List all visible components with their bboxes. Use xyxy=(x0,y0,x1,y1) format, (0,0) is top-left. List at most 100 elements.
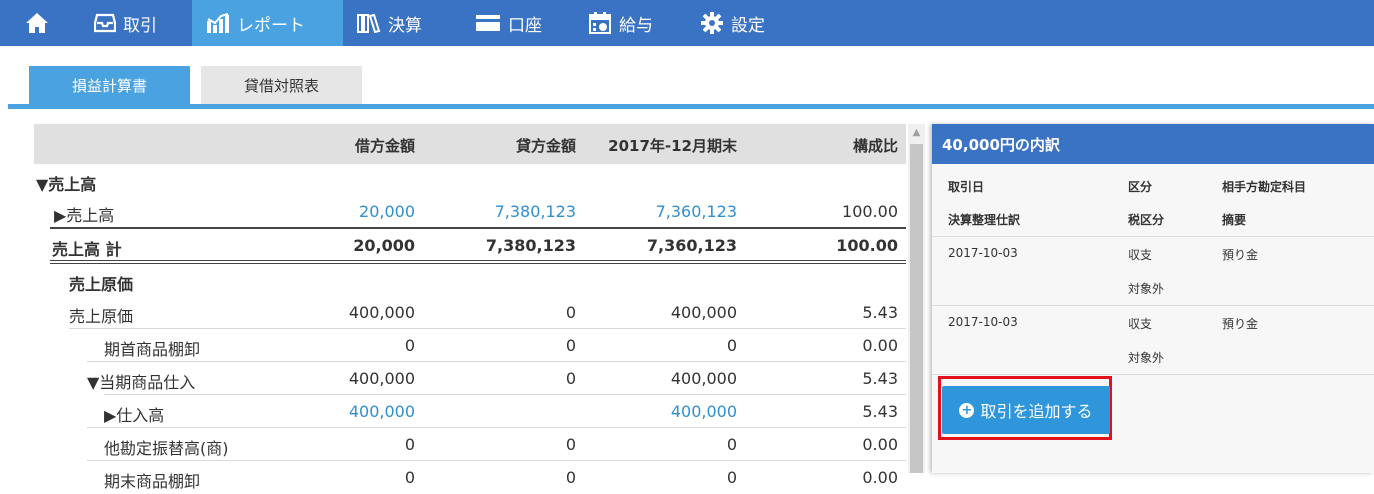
header-date: 取引日 xyxy=(948,180,985,194)
card-icon xyxy=(476,15,500,31)
entry-account: 預り金 xyxy=(1222,317,1259,331)
period-value: 7,360,123 xyxy=(646,236,737,255)
ratio-value: 0.00 xyxy=(862,435,898,454)
debit-value: 20,000 xyxy=(353,236,415,255)
add-transaction-button[interactable]: + 取引を追加する xyxy=(942,386,1110,434)
debit-value: 400,000 xyxy=(348,369,415,388)
scrollbar-thumb[interactable] xyxy=(910,144,923,473)
ratio-value: 100.00 xyxy=(842,202,898,221)
nav-home[interactable] xyxy=(0,0,80,46)
table-row[interactable]: ▼売上高 xyxy=(34,164,906,195)
header-credit: 貸方金額 xyxy=(515,137,576,155)
nav-payroll[interactable]: 給与 xyxy=(574,0,686,46)
report-tabs: 損益計算書 貸借対照表 xyxy=(29,66,362,104)
plus-circle-icon: + xyxy=(959,402,975,418)
credit-value: 0 xyxy=(565,303,576,322)
debit-value: 0 xyxy=(404,468,415,487)
table-row[interactable]: ▶売上高 20,000 7,380,123 7,360,123 100.00 xyxy=(34,195,906,229)
entry-account: 預り金 xyxy=(1222,248,1259,262)
row-label: 期首商品棚卸 xyxy=(104,340,201,359)
header-ratio: 構成比 xyxy=(852,137,898,155)
entry-tax: 対象外 xyxy=(1128,282,1165,296)
home-icon xyxy=(25,13,48,33)
credit-value[interactable]: 7,380,123 xyxy=(495,202,576,221)
row-label[interactable]: ▶売上高 xyxy=(54,202,114,226)
nav-label-accounts: 口座 xyxy=(508,15,542,36)
nav-label-transactions: 取引 xyxy=(123,15,157,36)
table-row: 期末商品棚卸 0 0 0 0.00 xyxy=(34,461,906,494)
period-value: 0 xyxy=(726,336,737,355)
ratio-value: 0.00 xyxy=(862,468,898,487)
period-value: 400,000 xyxy=(670,369,737,388)
period-value[interactable]: 400,000 xyxy=(671,402,737,421)
header-memo: 摘要 xyxy=(1222,213,1247,227)
bar-chart-icon xyxy=(207,13,229,33)
entry-kind: 収支 xyxy=(1128,317,1153,331)
ratio-value: 0.00 xyxy=(862,336,898,355)
add-transaction-label: 取引を追加する xyxy=(980,402,1093,421)
entry-kind: 収支 xyxy=(1128,248,1153,262)
panel-title: 40,000円の内訳 xyxy=(932,124,1374,164)
breakdown-panel: 40,000円の内訳 取引日 区分 相手方勘定科目 決算整理仕訳 税区分 摘要 … xyxy=(932,124,1374,473)
table-scrollbar[interactable]: ▲ xyxy=(908,124,925,473)
table-row: 売上原価 xyxy=(34,264,906,296)
debit-value[interactable]: 400,000 xyxy=(349,402,415,421)
table-row: 売上原価 400,000 0 400,000 5.43 xyxy=(34,296,906,329)
credit-value: 0 xyxy=(565,435,576,454)
nav-closing[interactable]: 決算 xyxy=(343,0,461,46)
row-label: 期末商品棚卸 xyxy=(104,472,201,491)
row-label: 売上高 計 xyxy=(52,240,122,259)
credit-value: 0 xyxy=(565,369,576,388)
header-kind: 区分 xyxy=(1128,180,1153,194)
table-row[interactable]: ▶仕入高 400,000 400,000 5.43 xyxy=(34,395,906,428)
header-counter-account: 相手方勘定科目 xyxy=(1222,180,1307,194)
scroll-up-arrow-icon[interactable]: ▲ xyxy=(908,124,925,141)
period-value: 400,000 xyxy=(670,303,737,322)
nav-label-payroll: 給与 xyxy=(619,15,653,36)
debit-value: 0 xyxy=(404,336,415,355)
calendar-icon xyxy=(589,12,611,34)
top-nav: 取引 レポート 決算 口座 給与 設定 xyxy=(0,0,1374,46)
table-row: 他勘定振替高(商) 0 0 0 0.00 xyxy=(34,428,906,461)
header-debit: 借方金額 xyxy=(354,137,415,155)
header-period: 2017年-12月期末 xyxy=(608,137,737,155)
header-tax: 税区分 xyxy=(1128,213,1165,227)
entry-date: 2017-10-03 xyxy=(948,315,1018,329)
debit-value[interactable]: 20,000 xyxy=(359,202,415,221)
divider xyxy=(932,374,1374,375)
nav-reports[interactable]: レポート xyxy=(192,0,343,46)
ratio-value: 100.00 xyxy=(836,236,898,255)
nav-label-closing: 決算 xyxy=(388,15,422,36)
divider xyxy=(932,236,1374,237)
table-row-subtotal: 売上高 計 20,000 7,380,123 7,360,123 100.00 xyxy=(34,229,906,264)
tab-income-statement[interactable]: 損益計算書 xyxy=(29,66,190,104)
row-label[interactable]: ▶仕入高 xyxy=(104,402,164,426)
nav-label-settings: 設定 xyxy=(731,15,765,36)
table-header: 借方金額 貸方金額 2017年-12月期末 構成比 xyxy=(34,124,906,164)
row-label[interactable]: ▼売上高 xyxy=(36,171,96,195)
nav-settings[interactable]: 設定 xyxy=(686,0,796,46)
header-closing-entry: 決算整理仕訳 xyxy=(948,213,1021,227)
row-label: 他勘定振替高(商) xyxy=(104,439,229,458)
row-label: 売上原価 xyxy=(69,307,134,326)
table-row: 期首商品棚卸 0 0 0 0.00 xyxy=(34,329,906,362)
period-value: 0 xyxy=(726,468,737,487)
nav-accounts[interactable]: 口座 xyxy=(461,0,574,46)
gear-icon xyxy=(701,12,723,34)
nav-transactions[interactable]: 取引 xyxy=(80,0,192,46)
period-value: 0 xyxy=(726,435,737,454)
row-label: 売上原価 xyxy=(69,275,134,294)
period-value[interactable]: 7,360,123 xyxy=(656,202,737,221)
debit-value: 400,000 xyxy=(348,303,415,322)
entry-date: 2017-10-03 xyxy=(948,246,1018,260)
table-row[interactable]: ▼当期商品仕入 400,000 0 400,000 5.43 xyxy=(34,362,906,395)
divider xyxy=(932,305,1374,306)
tab-balance-sheet[interactable]: 貸借対照表 xyxy=(201,66,362,104)
nav-label-reports: レポート xyxy=(237,15,305,36)
credit-value: 0 xyxy=(565,336,576,355)
ratio-value: 5.43 xyxy=(862,303,898,322)
credit-value: 7,380,123 xyxy=(485,236,576,255)
entry-tax: 対象外 xyxy=(1128,351,1165,365)
row-label[interactable]: ▼当期商品仕入 xyxy=(87,369,195,393)
inbox-icon xyxy=(94,13,116,33)
